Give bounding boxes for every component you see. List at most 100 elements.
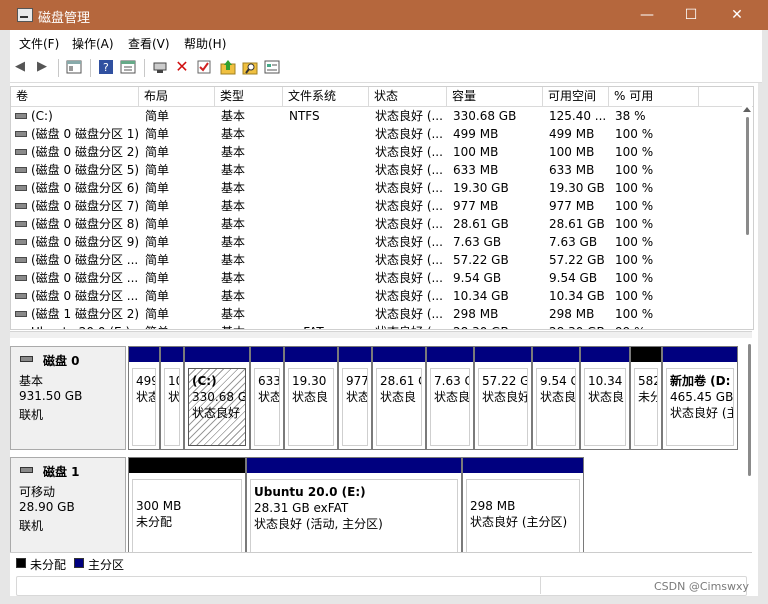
disk0-partition-2[interactable]: 10 状	[160, 346, 184, 450]
close-button[interactable]: ✕	[714, 0, 760, 30]
menu-help[interactable]: 帮助(H)	[184, 35, 226, 52]
maximize-button[interactable]: ☐	[668, 0, 714, 30]
cell-vol: (磁盘 0 磁盘分区 1)	[31, 127, 139, 141]
volume-row[interactable]: (磁盘 0 磁盘分区 ... 简单 基本 状态良好 (... 9.54 GB 9.54 G…	[11, 269, 753, 287]
legend-primary: 主分区	[88, 558, 125, 572]
delete-icon[interactable]: ✕	[174, 59, 190, 75]
col-percent-free[interactable]: % 可用	[609, 87, 699, 106]
cell-pct: 100 %	[615, 145, 654, 159]
cell-cap: 10.34 GB	[453, 289, 509, 303]
volume-list-scrollbar[interactable]	[742, 105, 752, 329]
drive-icon	[15, 293, 27, 299]
partition-size: 7.63 G	[434, 374, 470, 388]
disk0-partition-6[interactable]: 19.30 状态良	[284, 346, 338, 450]
disk0-partition-9[interactable]: 7.63 G 状态良	[426, 346, 474, 450]
partition-size: 582	[638, 374, 657, 388]
view-icon[interactable]	[264, 59, 280, 75]
cell-fs	[289, 233, 369, 251]
cell-layout: 简单	[145, 199, 170, 213]
volume-row[interactable]: (磁盘 0 磁盘分区 8) 简单 基本 状态良好 (... 28.61 GB 28.61 …	[11, 215, 753, 233]
cell-status: 状态良好 (...	[375, 181, 443, 195]
disk-0-info[interactable]: 磁盘 0 基本 931.50 GB 联机	[10, 346, 126, 450]
partition-size: 465.45 GB	[670, 390, 734, 404]
volume-row[interactable]: (C:) 简单 基本 NTFS 状态良好 (... 330.68 GB 125.40 ...…	[11, 107, 753, 125]
volume-row[interactable]: (磁盘 0 磁盘分区 7) 简单 基本 状态良好 (... 977 MB 977 MB 10…	[11, 197, 753, 215]
cell-status: 状态良好 (...	[375, 323, 447, 329]
menu-file[interactable]: 文件(F)	[19, 35, 59, 52]
partition-size: 9.54 G	[540, 374, 576, 388]
disk0-partition-c[interactable]: (C:) 330.68 GB 状态良好	[184, 346, 250, 450]
cell-status: 状态良好 (...	[375, 235, 443, 249]
disk0-partition-d[interactable]: 新加卷 (D: 465.45 GB 状态良好 (主	[662, 346, 738, 450]
partition-size: 499	[136, 374, 155, 388]
disk1-partition-2[interactable]: 298 MB 状态良好 (主分区)	[462, 457, 584, 552]
disk0-partition-8[interactable]: 28.61 G 状态良	[372, 346, 426, 450]
properties-icon[interactable]	[120, 59, 136, 75]
folder-up-icon[interactable]	[220, 59, 236, 75]
drive-icon	[15, 149, 27, 155]
partition-status: 状态良好 (主	[670, 406, 734, 420]
cell-layout: 简单	[145, 289, 170, 303]
partition-size: 977	[346, 374, 368, 388]
col-layout[interactable]: 布局	[139, 87, 215, 106]
menu-view[interactable]: 查看(V)	[128, 35, 170, 52]
scrollbar-thumb[interactable]	[746, 117, 749, 235]
cell-status: 状态良好 (...	[375, 307, 443, 321]
disk0-partition-12[interactable]: 10.34 状态良	[580, 346, 630, 450]
disk0-partition-7[interactable]: 977 状态	[338, 346, 372, 450]
panel-icon[interactable]	[66, 59, 82, 75]
volume-row[interactable]: (磁盘 0 磁盘分区 2) 简单 基本 状态良好 (... 100 MB 100 MB 10…	[11, 143, 753, 161]
partition-size: 298 MB	[470, 499, 516, 513]
scrollbar-thumb[interactable]	[748, 344, 751, 476]
cell-cap: 499 MB	[453, 127, 499, 141]
volume-row[interactable]: Ubuntu 20.0 (E:) 简单基本 exFAT 状态良好 (... 28.30 …	[11, 323, 753, 329]
help-icon[interactable]: ?	[98, 59, 114, 75]
col-volume[interactable]: 卷	[11, 87, 139, 106]
menu-action[interactable]: 操作(A)	[72, 35, 114, 52]
drive-icon	[15, 113, 27, 119]
disk1-partition-e[interactable]: Ubuntu 20.0 (E:) 28.31 GB exFAT 状态良好 (活动, …	[246, 457, 462, 552]
volume-row[interactable]: (磁盘 0 磁盘分区 ... 简单 基本 状态良好 (... 57.22 GB 57.22…	[11, 251, 753, 269]
cell-status: 状态良好 (...	[375, 163, 443, 177]
volume-row[interactable]: (磁盘 0 磁盘分区 6) 简单 基本 状态良好 (... 19.30 GB 19.30 …	[11, 179, 753, 197]
disk1-unallocated[interactable]: 300 MB 未分配	[128, 457, 246, 552]
disk-type: 基本	[19, 374, 44, 388]
col-capacity[interactable]: 容量	[447, 87, 543, 106]
volume-row[interactable]: (磁盘 1 磁盘分区 2) 简单 基本 状态良好 (... 298 MB 298 MB 10…	[11, 305, 753, 323]
col-status[interactable]: 状态	[369, 87, 447, 106]
cell-vol: (磁盘 0 磁盘分区 ...	[31, 271, 139, 285]
disk-1-info[interactable]: 磁盘 1 可移动 28.90 GB 联机	[10, 457, 126, 552]
cell-free: 100 MB	[549, 145, 595, 159]
cell-type: 基本	[221, 181, 246, 195]
col-type[interactable]: 类型	[215, 87, 283, 106]
cell-vol: (磁盘 0 磁盘分区 ...	[31, 289, 139, 303]
disk-name: 磁盘 1	[43, 465, 80, 479]
cell-layout: 简单	[145, 307, 170, 321]
disk-icon	[20, 356, 33, 362]
volume-row[interactable]: (磁盘 0 磁盘分区 1) 简单 基本 状态良好 (... 499 MB 499 MB 10…	[11, 125, 753, 143]
cell-type: 基本	[221, 163, 246, 177]
disk0-partition-1[interactable]: 499 状态	[128, 346, 160, 450]
volume-row[interactable]: (磁盘 0 磁盘分区 ... 简单 基本 状态良好 (... 10.34 GB 10.34…	[11, 287, 753, 305]
disk-view-scrollbar[interactable]	[748, 338, 752, 552]
connect-icon[interactable]	[152, 59, 168, 75]
volume-row[interactable]: (磁盘 0 磁盘分区 5) 简单 基本 状态良好 (... 633 MB 633 MB 10…	[11, 161, 753, 179]
col-free-space[interactable]: 可用空间	[543, 87, 609, 106]
disk0-partition-10[interactable]: 57.22 G 状态良好	[474, 346, 532, 450]
forward-icon[interactable]: ▶	[34, 59, 50, 75]
disk0-partition-11[interactable]: 9.54 G 状态良	[532, 346, 580, 450]
back-icon[interactable]: ◀	[12, 59, 28, 75]
check-icon[interactable]	[196, 59, 212, 75]
col-filesystem[interactable]: 文件系统	[283, 87, 369, 106]
disk-size: 28.90 GB	[19, 500, 75, 514]
search-icon[interactable]	[242, 59, 258, 75]
scroll-up-icon[interactable]	[743, 107, 751, 112]
disk0-unallocated[interactable]: 582 未分	[630, 346, 662, 450]
minimize-button[interactable]: —	[624, 0, 670, 30]
cell-free: 125.40 ...	[549, 109, 607, 123]
primary-swatch	[74, 558, 84, 568]
legend-unallocated: 未分配	[30, 558, 67, 572]
disk0-partition-5[interactable]: 633 状态	[250, 346, 284, 450]
cell-cap: 977 MB	[453, 199, 499, 213]
volume-row[interactable]: (磁盘 0 磁盘分区 9) 简单 基本 状态良好 (... 7.63 GB 7.63 GB…	[11, 233, 753, 251]
